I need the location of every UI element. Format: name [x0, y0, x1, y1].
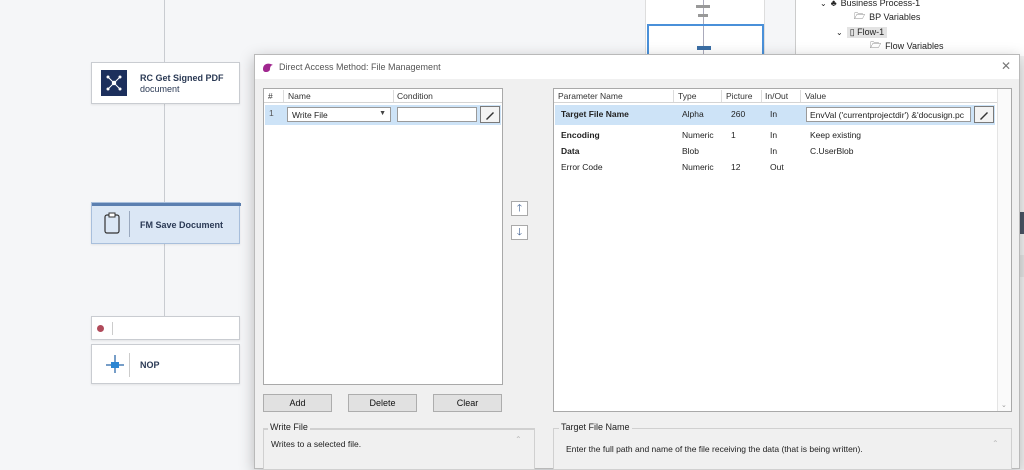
- param-type: Alpha: [682, 109, 704, 119]
- flow-connector: [164, 0, 165, 62]
- operation-description-title: Write File: [268, 422, 310, 432]
- move-up-button[interactable]: 🡑: [511, 201, 528, 216]
- node-label-line2: document: [140, 84, 180, 94]
- table-row[interactable]: 1 Write File ▼: [265, 105, 501, 125]
- operations-list: # Name Condition 1 Write File ▼: [263, 88, 503, 385]
- table-row[interactable]: Data Blob In C.UserBlob: [555, 143, 995, 159]
- tree-item-label: Flow Variables: [885, 41, 944, 51]
- table-row[interactable]: Encoding Numeric 1 In Keep existing: [555, 127, 995, 143]
- folder-icon: 🗁: [870, 40, 882, 50]
- param-inout: In: [770, 146, 778, 156]
- node-label: NOP: [140, 360, 160, 370]
- col-header-inout: In/Out: [765, 91, 789, 101]
- direct-access-dialog: Direct Access Method: File Management ✕ …: [254, 54, 1020, 470]
- tree-item-label: BP Variables: [869, 12, 921, 22]
- node-label: FM Save Document: [140, 220, 224, 230]
- tree-item-flow-1[interactable]: ⌄ ▯ Flow-1: [836, 25, 888, 39]
- col-header-picture: Picture: [726, 91, 753, 101]
- param-inout: Out: [770, 162, 784, 172]
- nop-icon: [104, 353, 126, 377]
- param-picture: 12: [731, 162, 741, 172]
- mini-flow-panel: [645, 0, 765, 56]
- param-type: Blob: [682, 146, 700, 156]
- breakpoint-icon: [97, 325, 104, 332]
- table-row[interactable]: Error Code Numeric 12 Out: [555, 159, 995, 175]
- close-icon[interactable]: ✕: [1001, 59, 1011, 73]
- table-row[interactable]: Target File Name Alpha 260 In EnvVal ('c…: [555, 105, 995, 125]
- flow-node-rc-get-signed-pdf[interactable]: RC Get Signed PDF document: [91, 62, 240, 104]
- param-inout: In: [770, 109, 778, 119]
- param-type: Numeric: [682, 130, 714, 140]
- node-label: RC Get Signed PDF: [140, 73, 224, 83]
- folder-icon: 🗁: [854, 11, 866, 21]
- scroll-down-icon[interactable]: ⌄: [1001, 401, 1007, 409]
- param-inout: In: [770, 130, 778, 140]
- param-name: Error Code: [561, 162, 603, 172]
- tree-item-label: Business Process-1: [840, 0, 921, 8]
- dialog-title: Direct Access Method: File Management: [279, 62, 441, 72]
- param-type: Numeric: [682, 162, 714, 172]
- tree-item-bp-variables[interactable]: 🗁 BP Variables: [854, 10, 920, 24]
- flow-node-nop[interactable]: NOP: [91, 344, 240, 384]
- col-header-name: Name: [288, 91, 311, 101]
- param-name: Data: [561, 146, 580, 156]
- col-header-type: Type: [678, 91, 697, 101]
- param-name: Encoding: [561, 130, 600, 140]
- chevron-down-icon[interactable]: ⌄: [836, 28, 843, 37]
- param-value: C.UserBlob: [810, 146, 854, 156]
- parameter-description-text: Enter the full path and name of the file…: [566, 444, 863, 454]
- condition-input[interactable]: [397, 107, 477, 122]
- flow-connector: [164, 244, 165, 316]
- col-header-value: Value: [805, 91, 827, 101]
- operation-select-value: Write File: [292, 110, 328, 120]
- delete-button[interactable]: Delete: [348, 394, 417, 412]
- col-header-num: #: [268, 91, 273, 101]
- parameters-table: Parameter Name Type Picture In/Out Value…: [553, 88, 1012, 412]
- tree-item-label: Flow-1: [857, 26, 885, 37]
- tree-item-business-process[interactable]: ⌄ ♣ Business Process-1: [820, 0, 920, 10]
- param-name: Target File Name: [561, 109, 629, 119]
- clear-button[interactable]: Clear: [433, 394, 502, 412]
- parameter-description-title: Target File Name: [559, 422, 632, 432]
- dialog-titlebar: Direct Access Method: File Management ✕: [255, 55, 1019, 79]
- edit-expression-icon[interactable]: [480, 106, 500, 123]
- scroll-up-icon[interactable]: ⌃: [992, 439, 999, 448]
- param-picture: 1: [731, 130, 736, 140]
- vertical-scrollbar[interactable]: ⌄: [997, 89, 1011, 411]
- chevron-down-icon[interactable]: ⌄: [820, 0, 827, 8]
- process-icon: ♣: [830, 0, 837, 8]
- scroll-up-icon[interactable]: ⌃: [515, 435, 522, 444]
- param-value: Keep existing: [810, 130, 862, 140]
- add-button[interactable]: Add: [263, 394, 332, 412]
- selected-node[interactable]: [647, 24, 764, 56]
- flow-icon: ▯: [849, 26, 855, 37]
- col-header-parameter-name: Parameter Name: [558, 91, 623, 101]
- flow-connector: [164, 104, 165, 202]
- col-header-condition: Condition: [397, 91, 433, 101]
- network-icon: [101, 70, 127, 96]
- param-value: EnvVal ('currentprojectdir') &'docusign.…: [810, 110, 965, 120]
- operation-description-box: [263, 428, 535, 470]
- flow-node-header: [91, 316, 240, 340]
- flow-node-fm-save-document[interactable]: FM Save Document: [91, 202, 241, 244]
- move-down-button[interactable]: 🡓: [511, 225, 528, 240]
- row-number: 1: [269, 108, 274, 118]
- dropdown-arrow-icon[interactable]: ▼: [379, 110, 386, 117]
- operation-description-text: Writes to a selected file.: [271, 439, 362, 449]
- tree-item-flow-variables[interactable]: 🗁 Flow Variables: [870, 39, 944, 53]
- param-picture: 260: [731, 109, 746, 119]
- edit-expression-icon[interactable]: [974, 106, 994, 123]
- project-tree: ⌄ ♣ Business Process-1 🗁 BP Variables ⌄ …: [795, 0, 1024, 56]
- clipboard-icon: [104, 212, 120, 236]
- value-input[interactable]: EnvVal ('currentprojectdir') &'docusign.…: [806, 107, 971, 122]
- operation-select[interactable]: Write File ▼: [287, 107, 391, 122]
- app-icon: [262, 61, 274, 75]
